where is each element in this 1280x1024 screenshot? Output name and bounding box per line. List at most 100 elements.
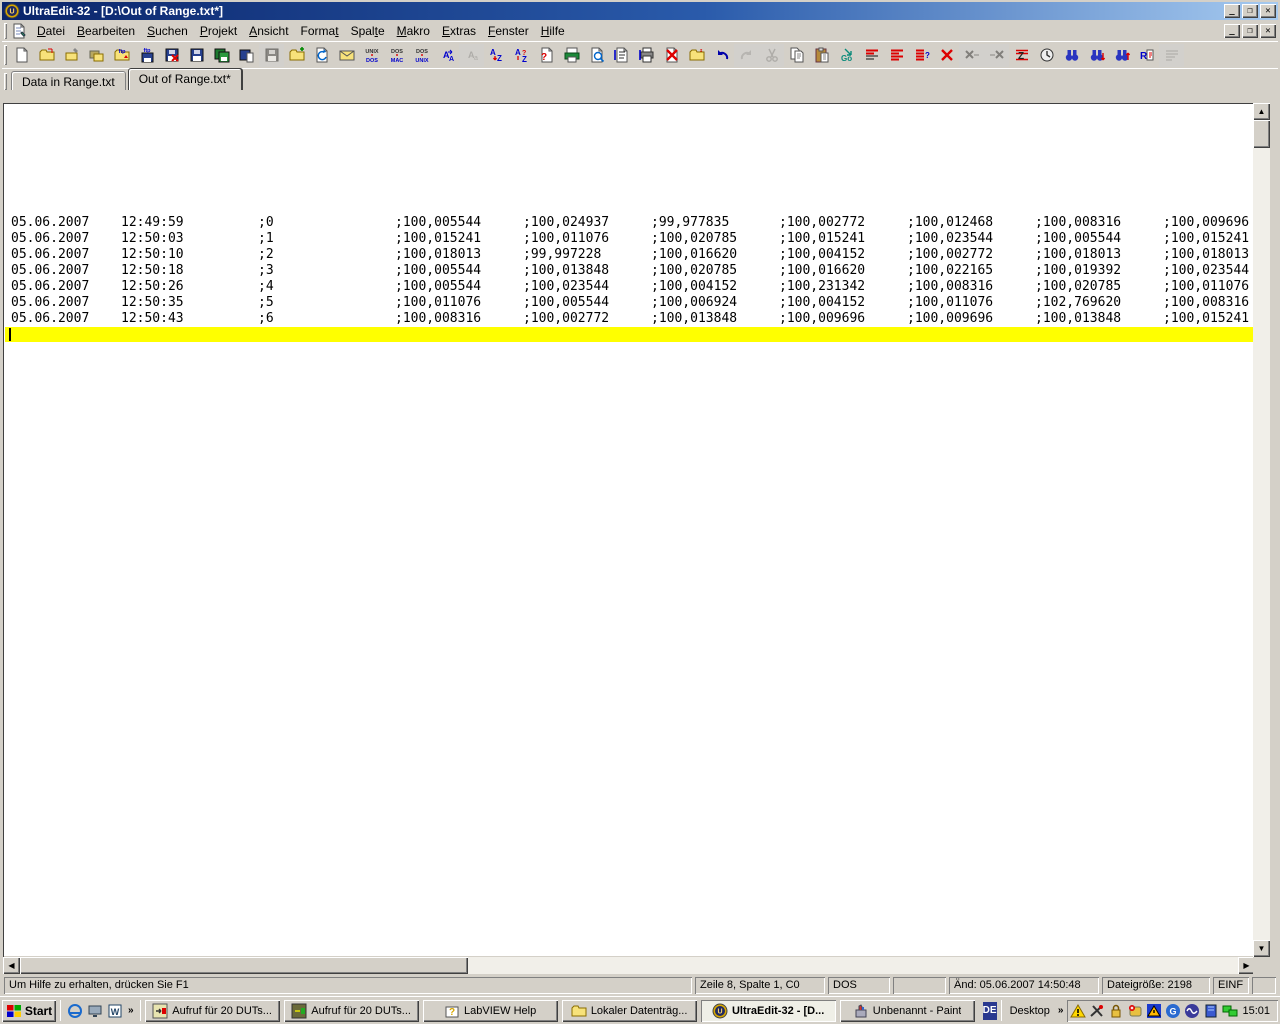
minimize-button[interactable]: _ [1224,4,1240,18]
menu-item[interactable]: Projekt [194,22,243,40]
sort-ascending-icon[interactable]: AZ [484,43,509,67]
save-close-icon[interactable] [159,43,184,67]
close-all-icon[interactable] [84,43,109,67]
tray-warn-icon[interactable] [1069,1002,1086,1019]
to-lowercase-icon[interactable]: Aa [459,43,484,67]
tray-q-icon[interactable]: G [1164,1002,1181,1019]
redo-icon[interactable] [734,43,759,67]
spell-check-icon[interactable]: ? [534,43,559,67]
find-icon[interactable] [1059,43,1084,67]
quicklaunch-chevron[interactable]: » [126,1005,136,1016]
restore-button[interactable]: ❐ [1242,4,1258,18]
tray-book-icon[interactable] [1202,1002,1219,1019]
paste-icon[interactable] [809,43,834,67]
tray-mail-icon[interactable] [1126,1002,1143,1019]
send-mail-icon[interactable] [334,43,359,67]
ultraedit-app-icon[interactable]: U [4,3,20,19]
dos-to-mac-icon[interactable]: DOS MAC [384,43,409,67]
revert-file-icon[interactable] [309,43,334,67]
task-button[interactable]: U UltraEdit-32 - [D... [700,999,836,1022]
vertical-scroll-thumb[interactable] [1253,120,1270,148]
page-setup-icon[interactable] [609,43,634,67]
ftp-save-icon[interactable]: ftp [134,43,159,67]
document-icon[interactable] [11,23,27,39]
dos-to-unix-icon[interactable]: DOS UNIX [409,43,434,67]
horizontal-scrollbar[interactable]: ◀ ▶ [3,957,1255,974]
undo-icon[interactable] [709,43,734,67]
quicklaunch-gripper[interactable] [60,999,62,1022]
tray-net-icon[interactable] [1221,1002,1238,1019]
scroll-up-button[interactable]: ▲ [1253,103,1270,120]
tray-usb-icon[interactable] [1088,1002,1105,1019]
menu-item[interactable]: Bearbeiten [71,22,141,40]
scroll-left-button[interactable]: ◀ [3,957,20,974]
unix-to-dos-icon[interactable]: UNIX DOS [359,43,384,67]
desktop-chevron[interactable]: » [1056,1005,1066,1016]
task-button[interactable]: ? LabVIEW Help [422,999,558,1022]
find-prev-icon[interactable] [1109,43,1134,67]
tray-alert-icon[interactable] [1145,1002,1162,1019]
print-icon[interactable] [559,43,584,67]
menu-item[interactable]: Fenster [482,22,535,40]
print-setup-icon[interactable] [634,43,659,67]
menu-item[interactable]: Makro [391,22,436,40]
new-file-icon[interactable] [9,43,34,67]
save-as-icon[interactable] [234,43,259,67]
file-tab[interactable]: Data in Range.txt [11,71,126,90]
tray-lock-icon[interactable] [1107,1002,1124,1019]
menu-item[interactable]: Spalte [345,22,391,40]
task-button[interactable]: Aufruf für 20 DUTs... [144,999,280,1022]
menu-item[interactable]: Hilfe [535,22,571,40]
text-editor[interactable]: 05.06.2007 12:49:59 ;0 ;100,005544 ;100,… [3,103,1255,957]
language-indicator[interactable]: DE [982,1001,997,1020]
scroll-down-button[interactable]: ▼ [1253,940,1270,957]
close-file-icon[interactable] [59,43,84,67]
open-file-icon[interactable] [34,43,59,67]
close-button[interactable]: ✕ [1260,4,1276,18]
tasks-gripper[interactable] [139,999,141,1022]
format-right-icon[interactable] [884,43,909,67]
save-all-icon[interactable] [209,43,234,67]
wrap-icon[interactable] [1159,43,1184,67]
template-icon[interactable]: Z [1009,43,1034,67]
mdi-close-button[interactable]: ✕ [1260,24,1276,38]
menu-item[interactable]: Datei [31,22,71,40]
save-copy-icon[interactable] [259,43,284,67]
task-button[interactable]: Unbenannt - Paint [839,999,975,1022]
format-help-icon[interactable]: ? [909,43,934,67]
insert-time-icon[interactable] [1034,43,1059,67]
file-tab[interactable]: Out of Range.txt* [127,68,242,90]
format-left-icon[interactable] [859,43,884,67]
start-button[interactable]: Start [2,999,56,1022]
ftp-open-icon[interactable]: ftp [109,43,134,67]
word-icon[interactable]: W [105,1001,124,1020]
delete-to-bol-icon[interactable] [984,43,1009,67]
sort-options-icon[interactable]: A? Z [509,43,534,67]
toolbar-gripper[interactable] [4,44,7,66]
desktop-toolbar-label[interactable]: Desktop [1006,1005,1054,1017]
menu-item[interactable]: Format [295,22,345,40]
replace-icon[interactable]: R [1134,43,1159,67]
horizontal-scroll-thumb[interactable] [20,957,468,974]
ie-icon[interactable] [65,1001,84,1020]
task-button[interactable]: Lokaler Datenträg... [561,999,697,1022]
show-desktop-icon[interactable] [85,1001,104,1020]
vertical-scrollbar[interactable]: ▲ ▼ [1253,103,1270,957]
task-button[interactable]: Aufruf für 20 DUTs... [283,999,419,1022]
mdi-restore-button[interactable]: ❐ [1242,24,1258,38]
delete-line-icon[interactable] [934,43,959,67]
cut-icon[interactable] [759,43,784,67]
delete-file-icon[interactable] [659,43,684,67]
print-preview-icon[interactable] [584,43,609,67]
mdi-minimize-button[interactable]: _ [1224,24,1240,38]
menu-item[interactable]: Suchen [141,22,194,40]
tray-wave-icon[interactable] [1183,1002,1200,1019]
delete-to-eol-icon[interactable] [959,43,984,67]
find-next-icon[interactable] [1084,43,1109,67]
save-icon[interactable] [184,43,209,67]
desktop-toolbar-gripper[interactable] [1000,999,1002,1022]
menubar-gripper[interactable] [4,23,7,39]
to-uppercase-icon[interactable]: AA [434,43,459,67]
copy-icon[interactable] [784,43,809,67]
menu-item[interactable]: Ansicht [243,22,294,40]
